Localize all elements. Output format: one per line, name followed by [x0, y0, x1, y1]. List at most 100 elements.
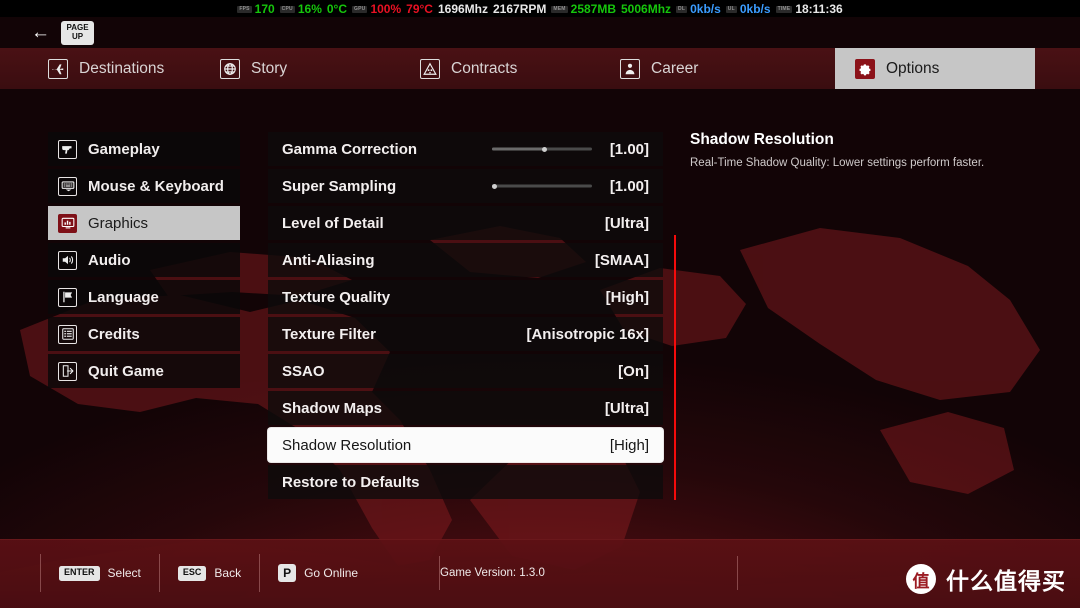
- sidebar-item-label: Quit Game: [88, 362, 164, 380]
- hud-item-tag: FPS: [237, 6, 252, 13]
- setting-row-restore-to-defaults[interactable]: Restore to Defaults: [268, 465, 663, 499]
- footer-divider-2: [737, 556, 738, 590]
- slider-knob[interactable]: [492, 183, 497, 189]
- hud-item-value: 0°C: [326, 1, 348, 16]
- setting-label: Texture Filter: [282, 325, 376, 343]
- watermark-text: 什么值得买: [946, 569, 1066, 595]
- hud-item-value: 16%: [297, 1, 322, 16]
- keyboard-icon: [58, 176, 77, 196]
- hud-item-8: 5006Mhz: [621, 3, 671, 15]
- setting-row-texture-quality[interactable]: Texture Quality [High]: [268, 280, 663, 314]
- back-arrow-icon[interactable]: ←: [31, 23, 50, 42]
- page-up-key-hint: PAGE UP: [61, 20, 94, 45]
- key-hint-go-online[interactable]: P Go Online: [259, 554, 376, 592]
- options-category-sidebar: Gameplay Mouse & Keyboard Graphics Audio Lan…: [48, 132, 240, 391]
- key-hint-list: ENTER Select ESC Back P Go Online: [40, 554, 376, 592]
- hud-item-4: 79°C: [406, 3, 433, 15]
- sidebar-item-audio[interactable]: Audio: [48, 243, 240, 277]
- hud-item-value: 100%: [370, 1, 402, 16]
- sidebar-item-gameplay[interactable]: Gameplay: [48, 132, 240, 166]
- setting-value: [1.00]: [609, 140, 649, 158]
- tab-contracts[interactable]: Contracts: [400, 48, 600, 89]
- description-title: Shadow Resolution: [690, 131, 834, 148]
- hud-readout-list: FPS 170 CPU 16% 0°C GPU 100% 79°C 1696Mhz 2167RPM…: [237, 1, 843, 16]
- setting-row-shadow-maps[interactable]: Shadow Maps [Ultra]: [268, 391, 663, 425]
- tab-options[interactable]: Options: [835, 48, 1035, 89]
- setting-row-ssao[interactable]: SSAO [On]: [268, 354, 663, 388]
- key-hint-back[interactable]: ESC Back: [158, 554, 259, 592]
- game-options-screen: FPS 170 CPU 16% 0°C GPU 100% 79°C 1696Mhz 2167RPM…: [0, 0, 1080, 608]
- monitor-icon: [58, 213, 77, 233]
- tab-destinations[interactable]: Destinations: [0, 48, 200, 89]
- hud-item-7: MEM 2587MB: [551, 3, 616, 15]
- sidebar-item-graphics[interactable]: Graphics: [48, 206, 240, 240]
- hud-item-10: UL 0kb/s: [725, 3, 771, 15]
- pistol-icon: [58, 139, 77, 159]
- hud-item-tag: GPU: [352, 6, 368, 13]
- sidebar-item-label: Language: [88, 288, 159, 306]
- plane-icon: [48, 58, 68, 79]
- setting-row-gamma-correction[interactable]: Gamma Correction [1.00]: [268, 132, 663, 166]
- watermark-logo-icon: 值: [906, 564, 936, 594]
- list-icon: [58, 324, 77, 344]
- sidebar-item-label: Graphics: [88, 214, 149, 232]
- slider-knob[interactable]: [542, 146, 547, 152]
- setting-value: [High]: [605, 288, 649, 306]
- hud-item-value: 0kb/s: [690, 1, 721, 16]
- setting-row-shadow-resolution[interactable]: Shadow Resolution [High]: [268, 428, 663, 462]
- setting-label: Level of Detail: [282, 214, 384, 232]
- person-icon: [620, 58, 640, 79]
- setting-label: Gamma Correction: [282, 140, 418, 158]
- setting-label: Super Sampling: [282, 177, 397, 195]
- watermark: 值 什么值得买: [906, 562, 1066, 596]
- tab-label: Career: [651, 59, 699, 77]
- setting-row-anti-aliasing[interactable]: Anti-Aliasing [SMAA]: [268, 243, 663, 277]
- hud-item-tag: UL: [725, 6, 737, 13]
- key-hint-select[interactable]: ENTER Select: [40, 554, 159, 592]
- tab-career[interactable]: Career: [600, 48, 800, 89]
- page-up-key-line2: UP: [71, 31, 84, 41]
- key-cap: P: [278, 564, 297, 582]
- sidebar-item-quit-game[interactable]: Quit Game: [48, 354, 240, 388]
- main-navigation-tabs: Destinations Story Contracts Career Options: [0, 48, 1080, 89]
- setting-value: [Ultra]: [604, 214, 649, 232]
- tab-label: Contracts: [451, 59, 518, 77]
- exit-icon: [58, 361, 77, 381]
- sidebar-item-label: Mouse & Keyboard: [88, 177, 224, 195]
- sidebar-item-credits[interactable]: Credits: [48, 317, 240, 351]
- setting-label: Shadow Resolution: [282, 436, 412, 454]
- slider-fill: [492, 147, 544, 151]
- hud-item-2: 0°C: [327, 3, 347, 15]
- setting-value: [1.00]: [609, 177, 649, 195]
- gear-icon: [855, 58, 875, 79]
- hud-item-value: 79°C: [406, 1, 433, 16]
- setting-slider[interactable]: [492, 183, 592, 189]
- setting-row-super-sampling[interactable]: Super Sampling [1.00]: [268, 169, 663, 203]
- hud-item-tag: TIME: [775, 6, 793, 13]
- setting-label: Shadow Maps: [282, 399, 383, 417]
- tab-story[interactable]: Story: [200, 48, 400, 89]
- sidebar-item-language[interactable]: Language: [48, 280, 240, 314]
- setting-label: Restore to Defaults: [282, 473, 420, 491]
- hardware-monitor-overlay: FPS 170 CPU 16% 0°C GPU 100% 79°C 1696Mhz 2167RPM…: [0, 0, 1080, 17]
- hud-item-value: 2587MB: [570, 1, 616, 16]
- back-navigation-row[interactable]: ← PAGE UP: [0, 17, 1080, 48]
- key-hint-label: Back: [214, 566, 242, 580]
- hud-item-3: GPU 100%: [352, 3, 401, 15]
- sidebar-item-label: Audio: [88, 251, 131, 269]
- skull-triangle-icon: [420, 58, 440, 79]
- setting-value: [On]: [618, 362, 649, 380]
- hud-item-value: 18:11:36: [795, 1, 843, 16]
- speaker-icon: [58, 250, 77, 270]
- description-body: Real-Time Shadow Quality: Lower settings…: [690, 157, 985, 169]
- hud-item-value: 1696Mhz: [437, 1, 488, 16]
- hud-item-tag: MEM: [551, 6, 568, 13]
- setting-row-level-of-detail[interactable]: Level of Detail [Ultra]: [268, 206, 663, 240]
- setting-row-texture-filter[interactable]: Texture Filter [Anisotropic 16x]: [268, 317, 663, 351]
- globe-icon: [220, 58, 240, 79]
- key-cap: ESC: [177, 565, 207, 581]
- settings-scrollbar[interactable]: [674, 235, 676, 500]
- setting-slider[interactable]: [492, 146, 592, 152]
- setting-label: SSAO: [282, 362, 325, 380]
- sidebar-item-mouse-keyboard[interactable]: Mouse & Keyboard: [48, 169, 240, 203]
